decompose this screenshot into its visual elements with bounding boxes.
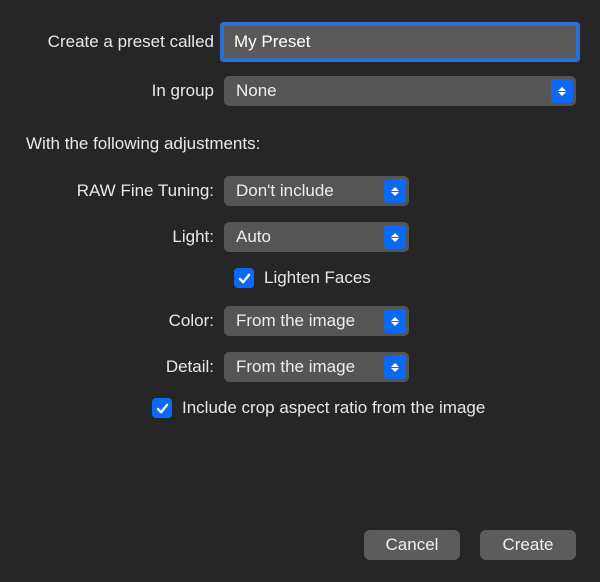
lighten-faces-checkbox[interactable]: [234, 268, 254, 288]
group-label: In group: [24, 81, 224, 101]
create-button[interactable]: Create: [480, 530, 576, 560]
chevron-up-down-icon: [384, 309, 406, 333]
check-icon: [238, 272, 251, 285]
include-crop-checkbox[interactable]: [152, 398, 172, 418]
cancel-button[interactable]: Cancel: [364, 530, 460, 560]
adjustments-header: With the following adjustments:: [24, 134, 576, 154]
check-icon: [156, 402, 169, 415]
group-select[interactable]: None: [224, 76, 576, 106]
color-select[interactable]: From the image: [224, 306, 409, 336]
color-label: Color:: [24, 311, 224, 331]
chevron-up-down-icon: [384, 355, 406, 379]
light-label: Light:: [24, 227, 224, 247]
chevron-up-down-icon: [384, 225, 406, 249]
chevron-up-down-icon: [551, 79, 573, 103]
color-value: From the image: [236, 311, 355, 331]
detail-value: From the image: [236, 357, 355, 377]
raw-fine-tuning-value: Don't include: [236, 181, 334, 201]
include-crop-label: Include crop aspect ratio from the image: [182, 398, 485, 418]
raw-fine-tuning-label: RAW Fine Tuning:: [24, 181, 224, 201]
group-select-value: None: [236, 81, 277, 101]
preset-name-input[interactable]: [224, 26, 576, 58]
light-value: Auto: [236, 227, 271, 247]
detail-label: Detail:: [24, 357, 224, 377]
lighten-faces-label: Lighten Faces: [264, 268, 371, 288]
preset-name-label: Create a preset called: [24, 32, 224, 52]
raw-fine-tuning-select[interactable]: Don't include: [224, 176, 409, 206]
chevron-up-down-icon: [384, 179, 406, 203]
light-select[interactable]: Auto: [224, 222, 409, 252]
detail-select[interactable]: From the image: [224, 352, 409, 382]
